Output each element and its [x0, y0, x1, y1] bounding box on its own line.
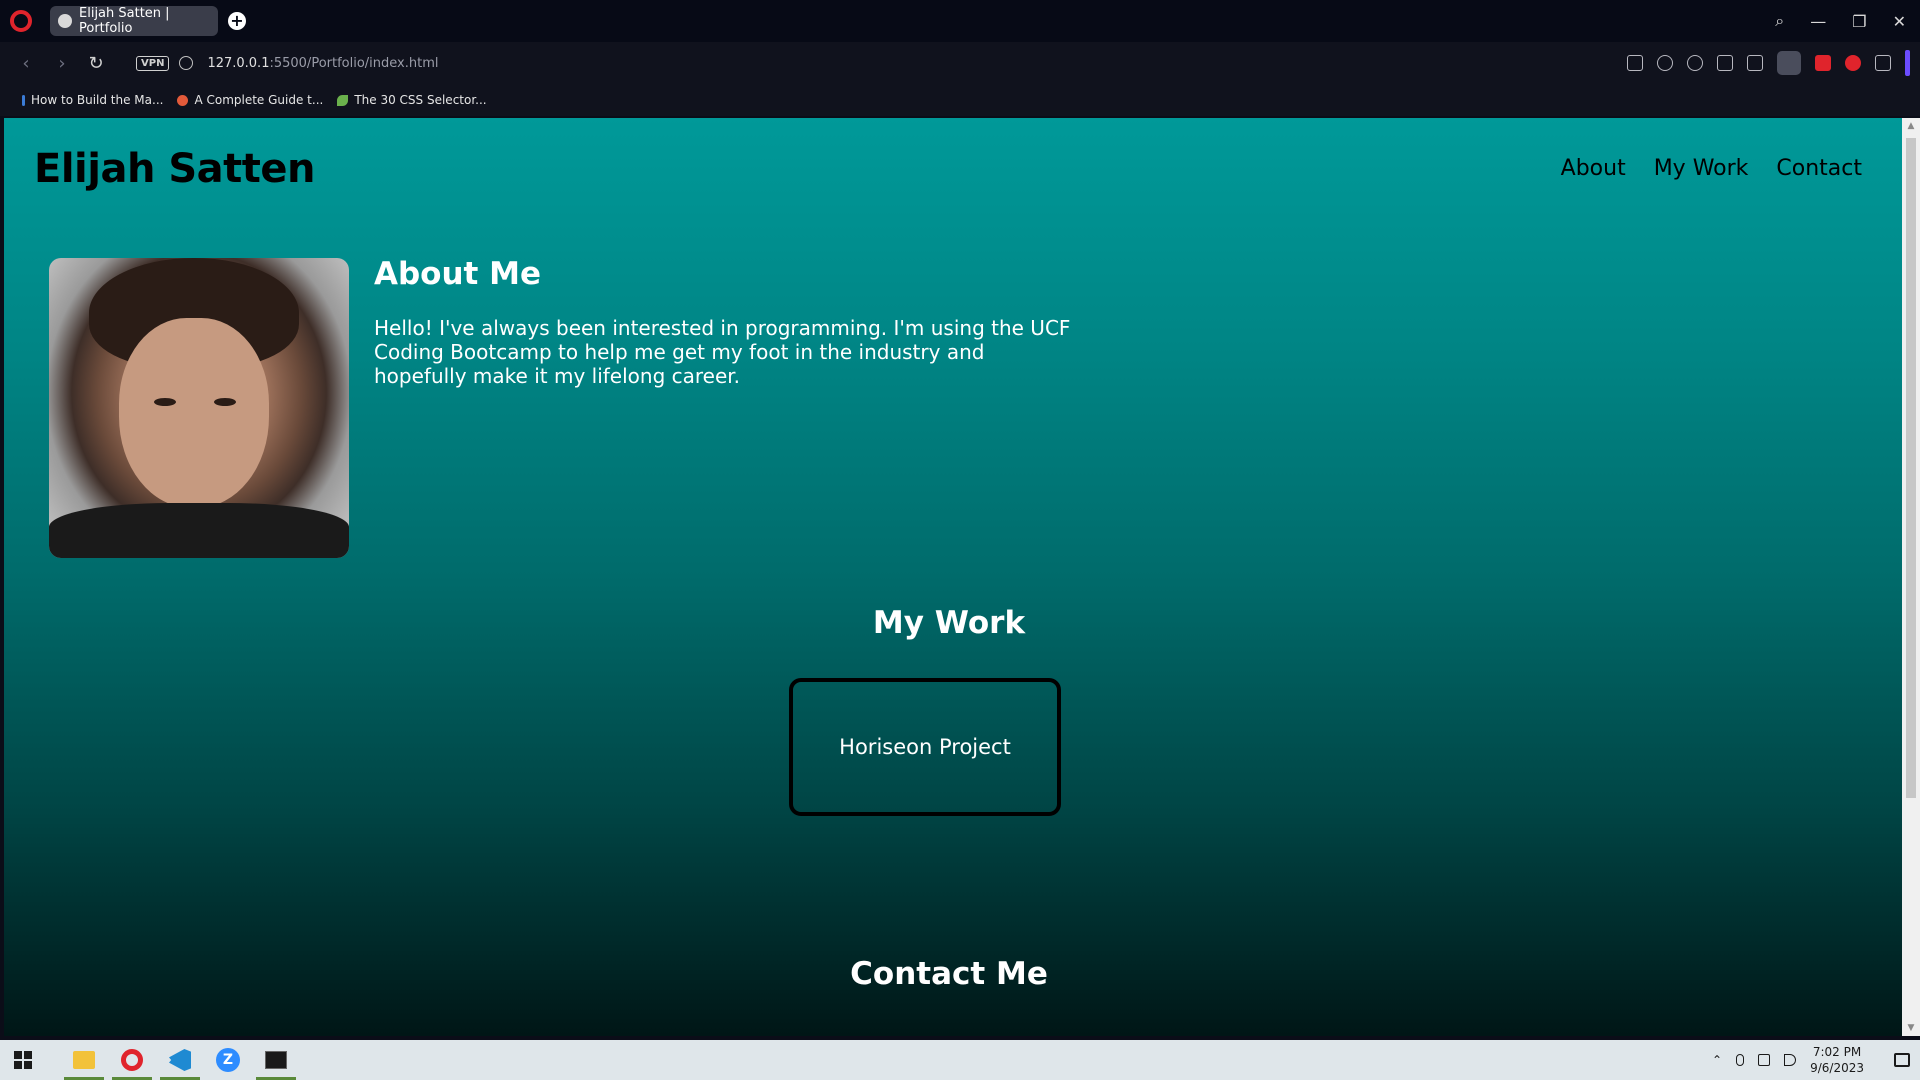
- project-card-label: Horiseon Project: [839, 735, 1011, 759]
- bookmark-label: The 30 CSS Selector...: [354, 93, 487, 107]
- restore-button[interactable]: ❐: [1852, 12, 1866, 31]
- bookmark-favicon-icon: [337, 94, 349, 106]
- notification-icon[interactable]: [1894, 1053, 1910, 1067]
- camera-icon[interactable]: [1627, 55, 1643, 71]
- project-card-horiseon[interactable]: Horiseon Project: [789, 678, 1061, 816]
- photo-eye: [154, 398, 176, 406]
- reload-button[interactable]: ↻: [86, 53, 106, 74]
- bookmark-favicon-icon: [177, 94, 189, 106]
- search-icon[interactable]: ⌕: [1775, 11, 1784, 31]
- heart-icon[interactable]: [1687, 55, 1703, 71]
- taskbar-opera[interactable]: [108, 1040, 156, 1080]
- scroll-down-icon[interactable]: ▼: [1906, 1022, 1916, 1034]
- address-bar: ‹ › ↻ VPN 127.0.0.1:5500/Portfolio/index…: [0, 42, 1920, 84]
- forward-button[interactable]: ›: [52, 53, 72, 74]
- bookmark-label: A Complete Guide t...: [194, 93, 324, 107]
- taskbar-terminal[interactable]: [252, 1040, 300, 1080]
- bookmark-favicon-icon: [22, 94, 25, 106]
- taskbar-clock[interactable]: 7:02 PM 9/6/2023: [1810, 1044, 1864, 1076]
- tab-favicon-icon: [58, 14, 72, 28]
- scroll-up-icon[interactable]: ▲: [1906, 120, 1916, 132]
- photo-face: [119, 318, 269, 508]
- bookmarks-bar: How to Build the Ma... A Complete Guide …: [0, 84, 1920, 116]
- sidebar-toggle[interactable]: [1905, 50, 1910, 76]
- folder-icon: [73, 1051, 95, 1069]
- about-text: Hello! I've always been interested in pr…: [374, 316, 1071, 388]
- microphone-icon[interactable]: [1736, 1054, 1745, 1066]
- volume-icon[interactable]: [1784, 1054, 1797, 1066]
- site-title: Elijah Satten: [34, 146, 316, 192]
- opera-icon: [121, 1049, 143, 1071]
- address-bar-actions: [1627, 42, 1910, 84]
- profile-icon[interactable]: [1777, 51, 1801, 75]
- browser-tab[interactable]: Elijah Satten | Portfolio: [50, 6, 218, 36]
- profile-photo: [49, 258, 349, 558]
- photo-shirt: [49, 503, 349, 558]
- contact-heading: Contact Me: [850, 956, 1048, 992]
- bookmark-label: How to Build the Ma...: [31, 93, 164, 107]
- clock-time: 7:02 PM: [1812, 1045, 1862, 1059]
- nav-link-contact[interactable]: Contact: [1776, 156, 1862, 181]
- page-scrollbar[interactable]: ▲ ▼: [1902, 118, 1920, 1036]
- minimize-button[interactable]: —: [1810, 12, 1826, 31]
- bookmark-item[interactable]: How to Build the Ma...: [22, 93, 163, 107]
- nav-link-my-work[interactable]: My Work: [1654, 156, 1749, 181]
- download-icon[interactable]: [1717, 55, 1733, 71]
- tab-title: Elijah Satten | Portfolio: [79, 6, 170, 36]
- zoom-icon: Z: [216, 1048, 240, 1072]
- network-icon[interactable]: [1758, 1054, 1771, 1066]
- bookmark-item[interactable]: The 30 CSS Selector...: [337, 93, 487, 107]
- taskbar-file-explorer[interactable]: [60, 1040, 108, 1080]
- terminal-icon: [265, 1051, 287, 1069]
- bookmark-item[interactable]: A Complete Guide t...: [177, 93, 323, 107]
- vpn-badge[interactable]: VPN: [136, 55, 170, 71]
- window-controls: ⌕ — ❐ ✕: [1775, 0, 1906, 42]
- clock-date: 9/6/2023: [1810, 1061, 1864, 1075]
- windows-taskbar: Z ⌃ 7:02 PM 9/6/2023: [0, 1040, 1920, 1080]
- easy-setup-icon[interactable]: [1747, 55, 1763, 71]
- photo-eye: [214, 398, 236, 406]
- about-heading: About Me: [374, 256, 542, 292]
- vscode-icon: [169, 1049, 191, 1071]
- windows-start-icon[interactable]: [14, 1051, 32, 1069]
- taskbar-vscode[interactable]: [156, 1040, 204, 1080]
- url-path: :5500/Portfolio/index.html: [269, 55, 439, 71]
- site-info-icon[interactable]: [179, 56, 194, 70]
- browser-titlebar: Elijah Satten | Portfolio + ⌕ — ❐ ✕: [0, 0, 1920, 42]
- site-nav: About My Work Contact: [1561, 156, 1862, 181]
- url-host: 127.0.0.1: [207, 55, 270, 71]
- tray-overflow-icon[interactable]: ⌃: [1712, 1053, 1722, 1067]
- page-viewport: Elijah Satten About My Work Contact Abou…: [4, 118, 1902, 1036]
- url-field[interactable]: 127.0.0.1:5500/Portfolio/index.html: [207, 56, 438, 71]
- taskbar-zoom[interactable]: Z: [204, 1040, 252, 1080]
- extension-icon[interactable]: [1845, 55, 1861, 71]
- ublock-icon[interactable]: [1815, 55, 1831, 71]
- scroll-thumb[interactable]: [1906, 138, 1916, 798]
- work-heading: My Work: [872, 605, 1026, 641]
- extensions-cube-icon[interactable]: [1875, 55, 1891, 71]
- close-button[interactable]: ✕: [1893, 12, 1906, 31]
- back-button[interactable]: ‹: [16, 53, 36, 74]
- nav-link-about[interactable]: About: [1561, 156, 1626, 181]
- opera-logo-icon[interactable]: [10, 10, 32, 32]
- shield-icon[interactable]: [1657, 55, 1673, 71]
- new-tab-button[interactable]: +: [228, 12, 246, 30]
- system-tray: ⌃ 7:02 PM 9/6/2023: [1712, 1040, 1910, 1080]
